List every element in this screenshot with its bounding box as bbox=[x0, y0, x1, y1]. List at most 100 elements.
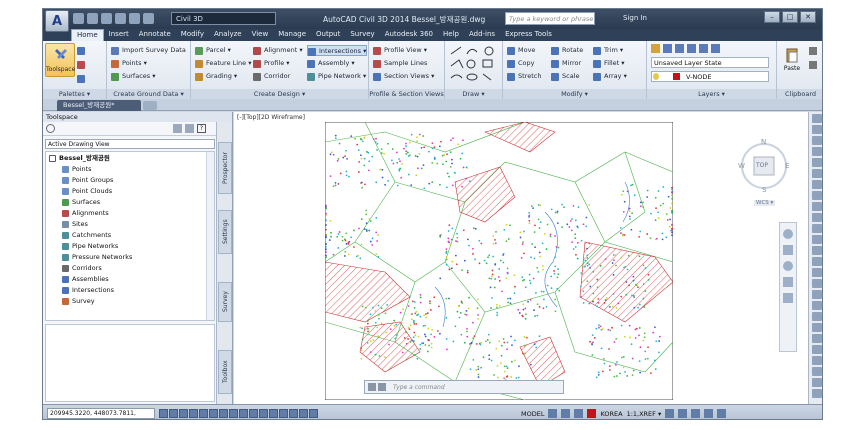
section-views-button[interactable]: Section Views ▾ bbox=[373, 71, 434, 82]
status-icon-a[interactable] bbox=[665, 409, 675, 418]
tab-prospector[interactable]: Prospector bbox=[218, 142, 232, 194]
open-icon[interactable] bbox=[87, 13, 98, 24]
search-icon[interactable] bbox=[46, 124, 55, 133]
tree-root[interactable]: Bessel_방재공원 bbox=[49, 153, 110, 164]
palette-icon-2[interactable] bbox=[77, 59, 88, 70]
right-tool-icon-2[interactable] bbox=[812, 125, 822, 134]
layer-icon-3[interactable] bbox=[675, 44, 684, 53]
drafting-toggle-7[interactable] bbox=[219, 409, 228, 418]
palette-icon-1[interactable] bbox=[77, 45, 88, 56]
drafting-toggle-8[interactable] bbox=[229, 409, 238, 418]
viewcube-top-face[interactable]: TOP bbox=[756, 162, 768, 169]
tab-output[interactable]: Output bbox=[311, 29, 345, 41]
toolspace-tool-icon-2[interactable] bbox=[185, 124, 194, 133]
right-tool-icon-5[interactable] bbox=[812, 158, 822, 167]
locale-indicator[interactable]: KOREA bbox=[600, 410, 622, 418]
profile-view-button[interactable]: Profile View ▾ bbox=[373, 45, 427, 56]
print-icon[interactable] bbox=[115, 13, 126, 24]
right-tool-icon-26[interactable] bbox=[812, 389, 822, 398]
scale-button[interactable]: Scale bbox=[551, 71, 580, 82]
status-icon-d[interactable] bbox=[704, 409, 714, 418]
profile-button[interactable]: Profile ▾ bbox=[253, 58, 290, 69]
tab-survey[interactable]: Survey bbox=[218, 282, 232, 322]
cut-icon[interactable] bbox=[809, 47, 817, 55]
right-tool-icon-9[interactable] bbox=[812, 202, 822, 211]
right-tool-icon-21[interactable] bbox=[812, 334, 822, 343]
right-tool-icon-20[interactable] bbox=[812, 323, 822, 332]
tab-analyze[interactable]: Analyze bbox=[209, 29, 247, 41]
tree-item-catchments[interactable]: Catchments bbox=[62, 230, 111, 241]
draw-panel-title[interactable]: Draw ▾ bbox=[445, 89, 502, 99]
drafting-toggle-11[interactable] bbox=[259, 409, 268, 418]
annotation-scale[interactable]: 1:1,XREF ▾ bbox=[627, 410, 662, 418]
stretch-button[interactable]: Stretch bbox=[507, 71, 541, 82]
drafting-toggle-3[interactable] bbox=[179, 409, 188, 418]
drafting-toggle-10[interactable] bbox=[249, 409, 258, 418]
tree-item-point-groups[interactable]: Point Groups bbox=[62, 175, 113, 186]
new-drawing-tab[interactable] bbox=[143, 101, 157, 110]
tree-item-corridors[interactable]: Corridors bbox=[62, 263, 102, 274]
feature-line-button[interactable]: Feature Line ▾ bbox=[195, 58, 252, 69]
new-icon[interactable] bbox=[73, 13, 84, 24]
modify-panel-title[interactable]: Modify ▾ bbox=[503, 89, 646, 99]
corridor-button[interactable]: Corridor bbox=[253, 71, 290, 82]
parcel-button[interactable]: Parcel ▾ bbox=[195, 45, 231, 56]
right-tool-icon-18[interactable] bbox=[812, 301, 822, 310]
viewcube-east[interactable]: E bbox=[785, 162, 789, 170]
command-settings-icon[interactable] bbox=[378, 383, 386, 391]
layer-icon-5[interactable] bbox=[699, 44, 708, 53]
tree-item-assemblies[interactable]: Assemblies bbox=[62, 274, 109, 285]
palette-icon-3[interactable] bbox=[77, 73, 88, 84]
tab-add-ins[interactable]: Add-ins bbox=[464, 29, 500, 41]
showmotion-icon[interactable] bbox=[783, 293, 793, 303]
tab-settings[interactable]: Settings bbox=[218, 210, 232, 254]
maximize-button[interactable]: □ bbox=[782, 11, 798, 23]
status-icon-e[interactable] bbox=[717, 409, 727, 418]
application-menu-button[interactable]: A bbox=[45, 10, 69, 32]
right-tool-icon-11[interactable] bbox=[812, 224, 822, 233]
drafting-toggle-15[interactable] bbox=[299, 409, 308, 418]
pan-icon[interactable] bbox=[783, 245, 793, 255]
array-button[interactable]: Array ▾ bbox=[593, 71, 627, 82]
points-button[interactable]: Points ▾ bbox=[111, 58, 147, 69]
minimize-button[interactable]: – bbox=[764, 11, 780, 23]
steering-wheel-icon[interactable] bbox=[783, 229, 793, 239]
drafting-toggle-12[interactable] bbox=[269, 409, 278, 418]
right-tool-icon-12[interactable] bbox=[812, 235, 822, 244]
right-tool-icon-7[interactable] bbox=[812, 180, 822, 189]
pipe-network-button[interactable]: Pipe Network ▾ bbox=[307, 71, 366, 82]
layers-panel-title[interactable]: Layers ▾ bbox=[647, 89, 776, 99]
viewcube[interactable]: N W TOP E S WCS ▾ bbox=[734, 134, 794, 214]
profile-section-views-panel-title[interactable]: Profile & Section Views bbox=[369, 89, 444, 99]
drawing-file-tab[interactable]: Bessel_방재공원* bbox=[57, 100, 141, 111]
drafting-toggle-6[interactable] bbox=[209, 409, 218, 418]
orbit-icon[interactable] bbox=[783, 277, 793, 287]
right-tool-icon-19[interactable] bbox=[812, 312, 822, 321]
rotate-button[interactable]: Rotate bbox=[551, 45, 583, 56]
layout-icon-3[interactable] bbox=[574, 409, 584, 418]
right-tool-icon-23[interactable] bbox=[812, 356, 822, 365]
drafting-toggle-5[interactable] bbox=[199, 409, 208, 418]
tree-item-surfaces[interactable]: Surfaces bbox=[62, 197, 100, 208]
viewcube-west[interactable]: W bbox=[738, 162, 745, 170]
mirror-button[interactable]: Mirror bbox=[551, 58, 581, 69]
help-icon[interactable]: ? bbox=[197, 124, 206, 133]
paste-button[interactable]: Paste bbox=[781, 45, 803, 75]
tab-insert[interactable]: Insert bbox=[104, 29, 134, 41]
sign-in-link[interactable]: Sign In bbox=[623, 14, 647, 22]
layer-icon-4[interactable] bbox=[687, 44, 696, 53]
command-line[interactable]: Type a command bbox=[364, 380, 564, 394]
drafting-toggle-2[interactable] bbox=[169, 409, 178, 418]
tree-item-pressure-networks[interactable]: Pressure Networks bbox=[62, 252, 132, 263]
layer-properties-icon[interactable] bbox=[651, 44, 660, 53]
right-tool-icon-17[interactable] bbox=[812, 290, 822, 299]
command-close-icon[interactable] bbox=[368, 383, 376, 391]
surfaces-button[interactable]: Surfaces ▾ bbox=[111, 71, 155, 82]
search-input[interactable]: Type a keyword or phrase bbox=[505, 12, 595, 25]
tree-item-sites[interactable]: Sites bbox=[62, 219, 88, 230]
tab-survey[interactable]: Survey bbox=[345, 29, 379, 41]
workspace-dropdown[interactable]: Civil 3D bbox=[171, 12, 276, 25]
right-tool-icon-8[interactable] bbox=[812, 191, 822, 200]
tree-item-point-clouds[interactable]: Point Clouds bbox=[62, 186, 112, 197]
model-viewport[interactable]: [-][Top][2D Wireframe] N W TOP E S WCS ▾… bbox=[234, 112, 808, 404]
